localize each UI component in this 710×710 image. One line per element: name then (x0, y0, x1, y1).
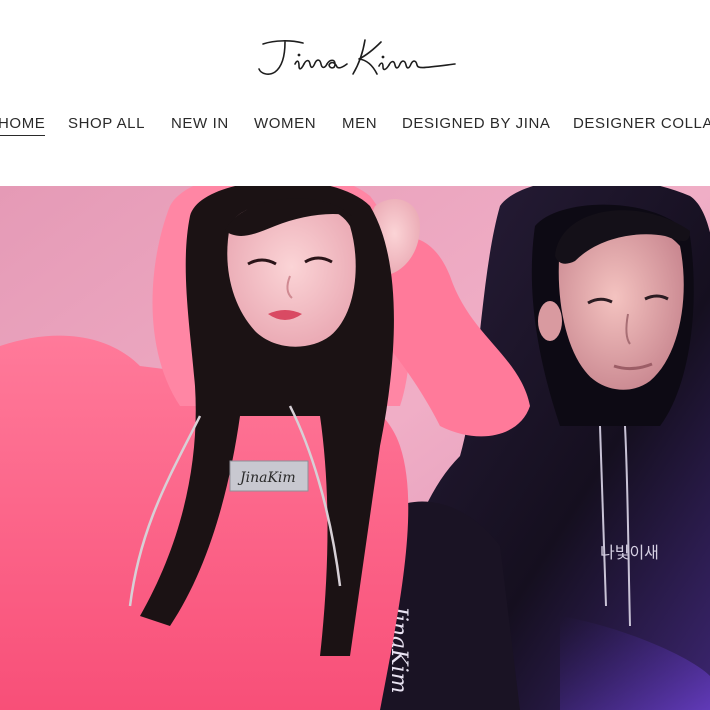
nav-shop-all[interactable]: SHOP ALL (68, 114, 145, 134)
nav-designer-collab[interactable]: DESIGNER COLLA (573, 114, 710, 134)
nav-home[interactable]: HOME (0, 114, 46, 136)
nav-new-in[interactable]: NEW IN (171, 114, 229, 134)
hoodie-patch-text: JinaKim (237, 470, 296, 486)
hero-image: 나빛이새 JinaKim JinaKim (0, 186, 710, 710)
hoodie-print-text: 나빛이새 (600, 543, 659, 562)
nav-designed-by-jina[interactable]: DESIGNED BY JINA (402, 114, 551, 134)
main-navigation: HOME SHOP ALL NEW IN WOMEN MEN DESIGNED … (0, 114, 710, 140)
brand-logo-signature (258, 39, 456, 75)
hero-banner[interactable]: 나빛이새 JinaKim JinaKim (0, 186, 710, 710)
nav-men[interactable]: MEN (342, 114, 377, 134)
site-header: HOME SHOP ALL NEW IN WOMEN MEN DESIGNED … (0, 0, 710, 186)
brand-logo[interactable] (255, 34, 461, 84)
nav-women[interactable]: WOMEN (254, 114, 316, 134)
